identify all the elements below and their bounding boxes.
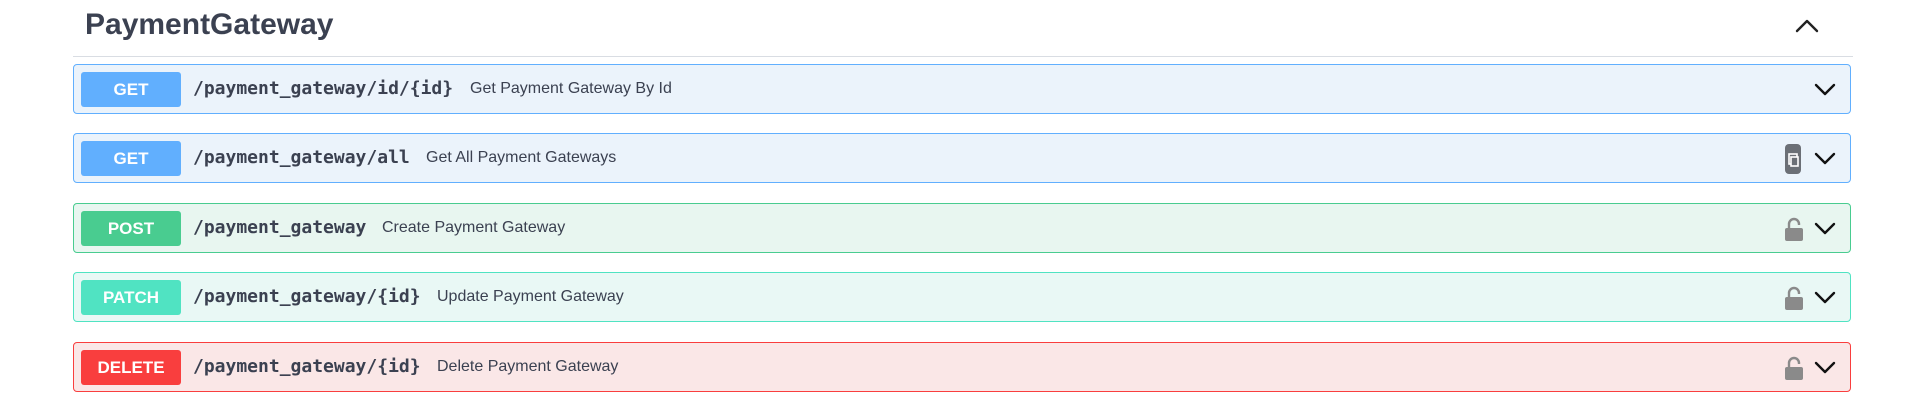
- section-title: PaymentGateway: [85, 8, 334, 41]
- unlocked-icon[interactable]: [1784, 356, 1804, 381]
- operation-get-payment-gateway-by-id[interactable]: GET /payment_gateway/id/{id} Get Payment…: [73, 64, 1851, 114]
- operation-create-payment-gateway[interactable]: POST /payment_gateway Create Payment Gat…: [73, 203, 1851, 253]
- chevron-down-icon[interactable]: [1812, 147, 1838, 169]
- method-badge: POST: [81, 211, 181, 246]
- unlocked-icon[interactable]: [1784, 286, 1804, 311]
- chevron-down-icon[interactable]: [1812, 78, 1838, 100]
- operation-update-payment-gateway[interactable]: PATCH /payment_gateway/{id} Update Payme…: [73, 272, 1851, 322]
- copy-icon[interactable]: [1784, 143, 1802, 175]
- endpoint-description: Create Payment Gateway: [382, 219, 566, 236]
- unlocked-icon[interactable]: [1784, 217, 1804, 242]
- method-badge: DELETE: [81, 350, 181, 385]
- chevron-down-icon[interactable]: [1812, 217, 1838, 239]
- endpoint-path: /payment_gateway/{id}: [193, 356, 421, 377]
- operation-delete-payment-gateway[interactable]: DELETE /payment_gateway/{id} Delete Paym…: [73, 342, 1851, 392]
- endpoint-description: Get Payment Gateway By Id: [470, 80, 672, 97]
- endpoint-path: /payment_gateway/{id}: [193, 286, 421, 307]
- endpoint-description: Update Payment Gateway: [437, 288, 624, 305]
- method-badge: GET: [81, 141, 181, 176]
- endpoint-path: /payment_gateway: [193, 217, 367, 238]
- chevron-down-icon[interactable]: [1812, 286, 1838, 308]
- endpoint-path: /payment_gateway/id/{id}: [193, 78, 454, 99]
- method-badge: PATCH: [81, 280, 181, 315]
- section-header[interactable]: PaymentGateway: [73, 0, 1853, 57]
- endpoint-description: Delete Payment Gateway: [437, 358, 619, 375]
- chevron-down-icon[interactable]: [1812, 356, 1838, 378]
- endpoint-path: /payment_gateway/all: [193, 147, 410, 168]
- chevron-up-icon[interactable]: [1791, 12, 1823, 40]
- method-badge: GET: [81, 72, 181, 107]
- endpoint-description: Get All Payment Gateways: [426, 149, 617, 166]
- operation-get-all-payment-gateways[interactable]: GET /payment_gateway/all Get All Payment…: [73, 133, 1851, 183]
- tag-section-payment-gateway: PaymentGateway GET /payment_gateway/id/{…: [73, 0, 1853, 392]
